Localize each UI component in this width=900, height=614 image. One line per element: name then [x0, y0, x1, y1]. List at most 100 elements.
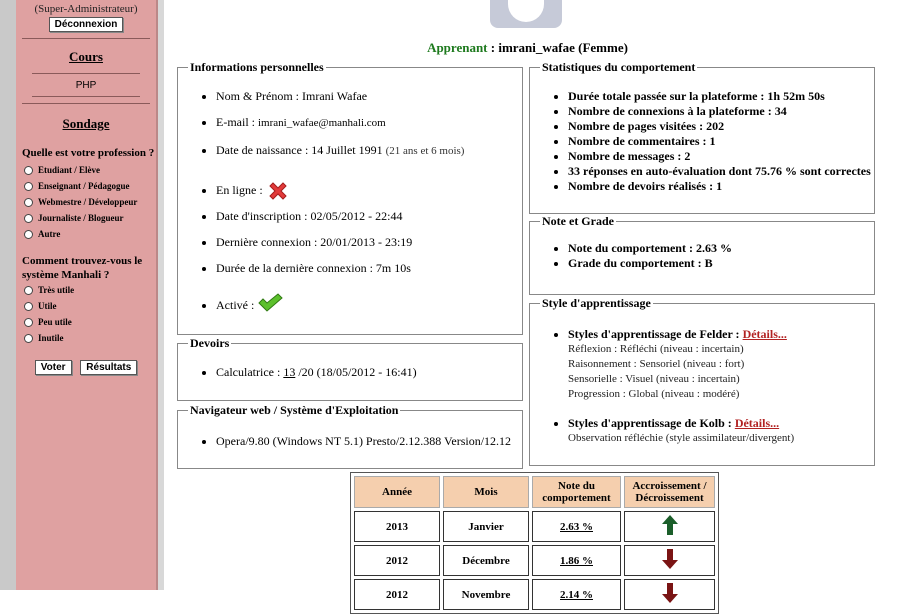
survey-title[interactable]: Sondage: [16, 116, 156, 132]
col-month: Mois: [443, 476, 529, 508]
col-year: Année: [354, 476, 440, 508]
course-link-php[interactable]: PHP: [16, 80, 156, 91]
arrow-down-icon: [661, 583, 678, 603]
table-row: 2012 Décembre 1.86 %: [354, 545, 715, 576]
left-gutter: [0, 0, 16, 590]
learning-style-legend: Style d'apprentissage: [542, 296, 651, 310]
profession-option[interactable]: Journaliste / Blogueur: [16, 210, 156, 226]
grade-panel: Note et Grade Note du comportement : 2.6…: [529, 214, 875, 295]
cell-month: Décembre: [443, 545, 529, 576]
divider: [32, 96, 140, 97]
personal-info-panel: Informations personnelles Nom & Prénom :…: [177, 60, 523, 335]
cell-month: Novembre: [443, 579, 529, 610]
rating-options: Très utile Utile Peu utile Inutile: [16, 282, 156, 346]
option-label: Journaliste / Blogueur: [38, 213, 124, 223]
radio-button[interactable]: [24, 181, 33, 191]
radio-button[interactable]: [24, 285, 33, 295]
offline-cross-icon: [268, 182, 287, 200]
homework-panel: Devoirs Calculatrice : 13 /20 (18/05/201…: [177, 336, 523, 401]
checkmark-icon: [258, 293, 284, 312]
felder-lines: Réflexion : Réfléchi (niveau : incertain…: [568, 342, 874, 402]
signup-row: Date d'inscription : 02/05/2012 - 22:44: [216, 209, 522, 235]
stat-item: Nombre de devoirs réalisés : 1: [568, 179, 874, 194]
cell-note[interactable]: 2.63 %: [532, 511, 621, 542]
rating-option[interactable]: Peu utile: [16, 314, 156, 330]
cell-month: Janvier: [443, 511, 529, 542]
felder-row: Styles d'apprentissage de Felder : Détai…: [568, 327, 874, 402]
radio-button[interactable]: [24, 165, 33, 175]
col-note: Note du comportement: [532, 476, 621, 508]
grade-legend: Note et Grade: [542, 214, 614, 228]
kolb-line: Observation réfléchie (style assimilateu…: [568, 432, 795, 444]
personal-info-legend: Informations personnelles: [190, 60, 324, 74]
active-row: Activé :: [216, 293, 522, 313]
radio-button[interactable]: [24, 197, 33, 207]
rating-option[interactable]: Inutile: [16, 330, 156, 346]
browser-item: Opera/9.80 (Windows NT 5.1) Presto/2.12.…: [216, 434, 522, 449]
divider: [32, 73, 140, 74]
cell-year: 2013: [354, 511, 440, 542]
radio-button[interactable]: [24, 229, 33, 239]
profession-option[interactable]: Autre: [16, 226, 156, 242]
stats-legend: Statistiques du comportement: [542, 60, 696, 74]
stat-item: Nombre de pages visitées : 202: [568, 119, 874, 134]
birth-row: Date de naissance : 14 Juillet 1991 (21 …: [216, 143, 522, 179]
results-button[interactable]: Résultats: [80, 360, 138, 375]
profession-options: Etudiant / Elève Enseignant / Pédagogue We…: [16, 162, 156, 242]
browser-panel: Navigateur web / Système d'Exploitation …: [177, 403, 523, 469]
felder-line: Sensorielle : Visuel (niveau : incertain…: [568, 373, 740, 385]
radio-button[interactable]: [24, 333, 33, 343]
kolb-row: Styles d'apprentissage de Kolb : Détails…: [568, 416, 874, 446]
vote-button[interactable]: Voter: [34, 360, 72, 375]
sidebar: (Super-Administrateur) Déconnexion Cours…: [16, 0, 158, 590]
avatar: [490, 0, 562, 28]
rating-option[interactable]: Très utile: [16, 282, 156, 298]
cell-note[interactable]: 1.86 %: [532, 545, 621, 576]
homework-item: Calculatrice : 13 /20 (18/05/2012 - 16:4…: [216, 365, 522, 380]
felder-line: Raisonnement : Sensoriel (niveau : fort): [568, 358, 745, 370]
cell-year: 2012: [354, 579, 440, 610]
radio-button[interactable]: [24, 317, 33, 327]
cell-trend: [624, 545, 715, 576]
logout-button[interactable]: Déconnexion: [48, 17, 124, 32]
radio-button[interactable]: [24, 213, 33, 223]
felder-line: Progression : Global (niveau : modéré): [568, 388, 740, 400]
behavior-history-table: Année Mois Note du comportement Accroiss…: [350, 472, 719, 614]
learning-style-panel: Style d'apprentissage Styles d'apprentis…: [529, 296, 875, 466]
cell-note[interactable]: 2.14 %: [532, 579, 621, 610]
name-row: Nom & Prénom : Imrani Wafae: [216, 89, 522, 115]
browser-legend: Navigateur web / Système d'Exploitation: [190, 403, 399, 417]
homework-legend: Devoirs: [190, 336, 230, 350]
stats-panel: Statistiques du comportement Durée total…: [529, 60, 875, 214]
option-label: Enseignant / Pédagogue: [38, 181, 130, 191]
cell-trend: [624, 579, 715, 610]
divider: [22, 38, 150, 39]
felder-details-link[interactable]: Détails...: [743, 327, 787, 341]
radio-button[interactable]: [24, 301, 33, 311]
table-row: 2012 Novembre 2.14 %: [354, 579, 715, 610]
cell-year: 2012: [354, 545, 440, 576]
user-role: (Super-Administrateur): [34, 3, 138, 15]
arrow-up-icon: [661, 515, 678, 535]
profession-option[interactable]: Etudiant / Elève: [16, 162, 156, 178]
stat-item: Nombre de connexions à la plateforme : 3…: [568, 104, 874, 119]
behavior-note: Note du comportement : 2.63 %: [568, 241, 874, 256]
homework-grade-link[interactable]: 13: [283, 365, 295, 379]
col-trend: Accroissement / Décroissement: [624, 476, 715, 508]
option-label: Autre: [38, 229, 61, 239]
stat-item: 33 réponses en auto-évaluation dont 75.7…: [568, 164, 874, 179]
cell-trend: [624, 511, 715, 542]
learner-name: : imrani_wafae (Femme): [487, 40, 628, 55]
divider: [22, 103, 150, 104]
kolb-details-link[interactable]: Détails...: [735, 416, 779, 430]
table-row: 2013 Janvier 2.63 %: [354, 511, 715, 542]
rating-option[interactable]: Utile: [16, 298, 156, 314]
option-label: Etudiant / Elève: [38, 165, 101, 175]
option-label: Utile: [38, 301, 57, 311]
stat-item: Nombre de messages : 2: [568, 149, 874, 164]
email-row: E-mail : imrani_wafae@manhali.com: [216, 115, 522, 143]
profession-option[interactable]: Enseignant / Pédagogue: [16, 178, 156, 194]
survey-question-profession: Quelle est votre profession ?: [22, 147, 155, 159]
profession-option[interactable]: Webmestre / Développeur: [16, 194, 156, 210]
felder-line: Réflexion : Réfléchi (niveau : incertain…: [568, 343, 744, 355]
